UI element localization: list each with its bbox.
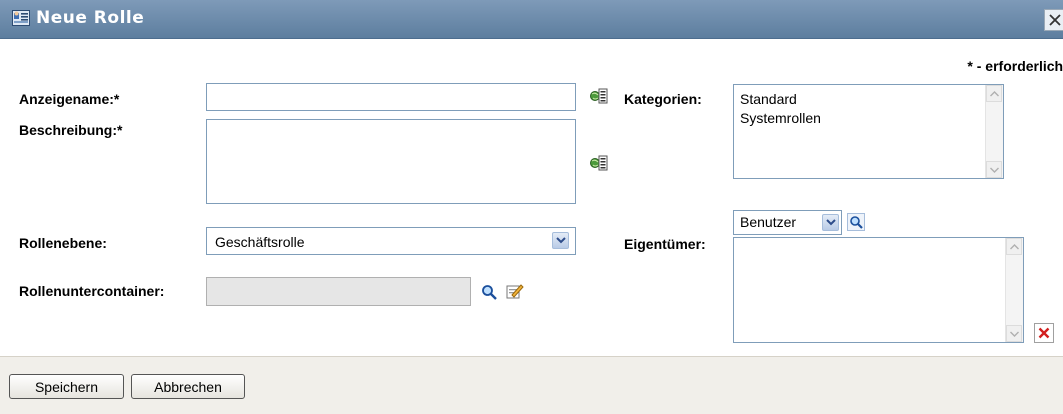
- dropdown-button[interactable]: [552, 232, 569, 249]
- chevron-up-icon: [1009, 243, 1019, 249]
- display-name-input[interactable]: [206, 83, 576, 111]
- role-subcontainer-input: [206, 277, 471, 306]
- chevron-down-icon: [989, 167, 999, 173]
- delete-icon: [1038, 327, 1050, 339]
- edit-icon: [506, 284, 524, 299]
- categories-label: Kategorien:: [624, 91, 702, 107]
- dialog-footer: Speichern Abbrechen: [0, 356, 1063, 414]
- save-button[interactable]: Speichern: [9, 374, 124, 399]
- localize-icon[interactable]: [590, 87, 608, 105]
- cancel-button[interactable]: Abbrechen: [131, 374, 245, 399]
- role-level-value: Geschäftsrolle: [215, 234, 305, 250]
- chevron-down-icon: [1009, 331, 1019, 337]
- dropdown-button[interactable]: [822, 214, 839, 231]
- search-icon: [482, 285, 497, 300]
- localize-icon[interactable]: [590, 154, 608, 172]
- description-label: Beschreibung:*: [19, 122, 123, 138]
- scroll-up-button[interactable]: [1006, 238, 1022, 255]
- search-icon: [850, 216, 863, 229]
- dialog-title-bar[interactable]: Neue Rolle: [0, 0, 1063, 39]
- dialog-title: Neue Rolle: [36, 8, 145, 28]
- search-button[interactable]: [847, 213, 865, 231]
- role-level-label: Rollenebene:: [19, 235, 107, 251]
- scrollbar[interactable]: [985, 85, 1003, 178]
- close-button[interactable]: [1044, 9, 1063, 31]
- remove-owner-button[interactable]: [1034, 323, 1054, 343]
- chevron-down-icon: [555, 237, 566, 244]
- role-subcontainer-label: Rollenuntercontainer:: [19, 283, 165, 299]
- list-item[interactable]: Systemrollen: [734, 109, 1003, 128]
- search-button[interactable]: [480, 283, 498, 301]
- edit-button[interactable]: [506, 282, 524, 300]
- display-name-label: Anzeigename:*: [19, 91, 120, 107]
- scroll-down-button[interactable]: [986, 161, 1002, 178]
- required-note: * - erforderlich.: [967, 58, 1063, 74]
- chevron-up-icon: [989, 90, 999, 96]
- role-icon: [12, 9, 30, 27]
- owners-label: Eigentümer:: [624, 236, 706, 252]
- scroll-up-button[interactable]: [986, 85, 1002, 102]
- owner-type-value: Benutzer: [740, 214, 797, 230]
- scroll-down-button[interactable]: [1006, 325, 1022, 342]
- chevron-down-icon: [825, 219, 836, 226]
- categories-listbox[interactable]: Standard Systemrollen: [733, 84, 1004, 179]
- scrollbar[interactable]: [1005, 238, 1023, 342]
- description-textarea[interactable]: [206, 119, 576, 204]
- close-icon: [1049, 14, 1061, 26]
- owners-listbox[interactable]: [733, 237, 1024, 343]
- list-item[interactable]: Standard: [734, 90, 1003, 109]
- role-level-select[interactable]: Geschäftsrolle: [206, 227, 576, 255]
- owner-type-select[interactable]: Benutzer: [733, 210, 842, 235]
